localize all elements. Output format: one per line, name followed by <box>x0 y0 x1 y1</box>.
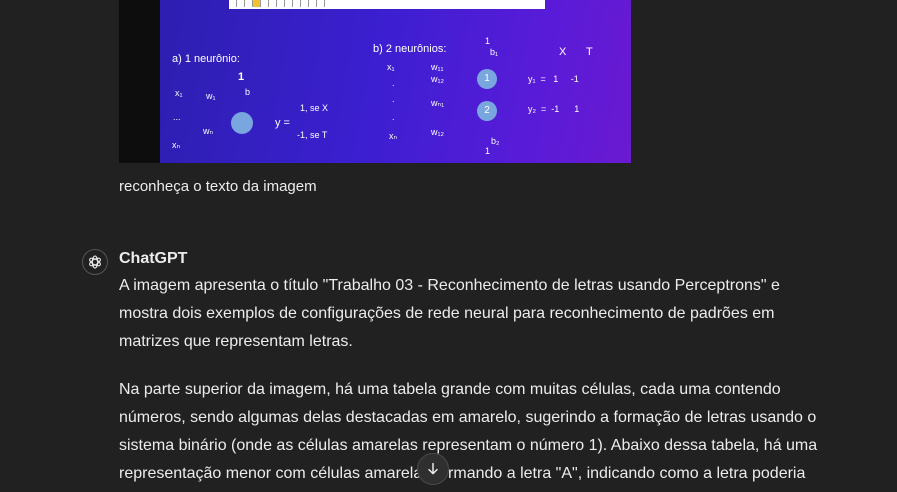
slide-image: a) 1 neurônio: b) 2 neurônios: x₁ w₁ 1 b… <box>160 0 631 163</box>
case-t: -1, se T <box>297 130 328 140</box>
case-x: 1, se X <box>300 103 329 113</box>
b-weight-w12: w₁₂ <box>431 74 445 84</box>
b-input-x1: x₁ <box>387 62 395 72</box>
assistant-name: ChatGPT <box>119 250 188 267</box>
neuron-2: 2 <box>477 101 497 121</box>
b-dot: . <box>392 112 395 122</box>
label-two-neurons: b) 2 neurônios: <box>373 43 447 55</box>
b2-one: 1 <box>485 146 491 156</box>
assistant-paragraph: Na parte superior da imagem, há uma tabe… <box>119 381 818 482</box>
arrow-down-icon <box>428 462 438 475</box>
weight-wn: wₙ <box>203 126 214 136</box>
header-x: X <box>559 46 567 58</box>
b-input-xn: xₙ <box>389 131 398 141</box>
output-y: y = <box>275 117 290 129</box>
input-dots: ... <box>173 112 181 122</box>
neuron-1: 1 <box>477 69 497 89</box>
letter-grid-table <box>229 0 545 9</box>
bias-b2: b₂ <box>491 136 500 146</box>
bias-b1: b₁ <box>490 47 499 57</box>
bias-b: b <box>245 87 251 97</box>
b-weight-wn2: w₁₂ <box>431 127 445 137</box>
output-row-y2: y₂ = -1 1 <box>528 104 580 114</box>
input-xn: xₙ <box>172 140 181 150</box>
assistant-paragraph: A imagem apresenta o título "Trabalho 03… <box>119 277 780 350</box>
single-neuron <box>231 112 253 134</box>
label-one-neuron: a) 1 neurônio: <box>172 53 240 65</box>
b1-one: 1 <box>485 36 491 46</box>
b-dot: . <box>392 78 395 88</box>
user-message-text: reconheça o texto da imagem <box>119 178 317 195</box>
b-dot: . <box>392 94 395 104</box>
user-uploaded-image[interactable]: a) 1 neurônio: b) 2 neurônios: x₁ w₁ 1 b… <box>119 0 631 163</box>
input-x1: x₁ <box>175 88 183 98</box>
output-row-y1: y₁ = 1 -1 <box>528 74 579 84</box>
weight-w1: w₁ <box>206 91 216 101</box>
b-weight-wn1: wₙ₁ <box>431 98 445 108</box>
b-weight-w11: w₁₁ <box>431 62 444 72</box>
scroll-to-bottom-button[interactable] <box>417 453 449 485</box>
openai-logo-icon <box>82 249 108 275</box>
header-t: T <box>586 46 593 58</box>
bias-one: 1 <box>238 71 245 83</box>
